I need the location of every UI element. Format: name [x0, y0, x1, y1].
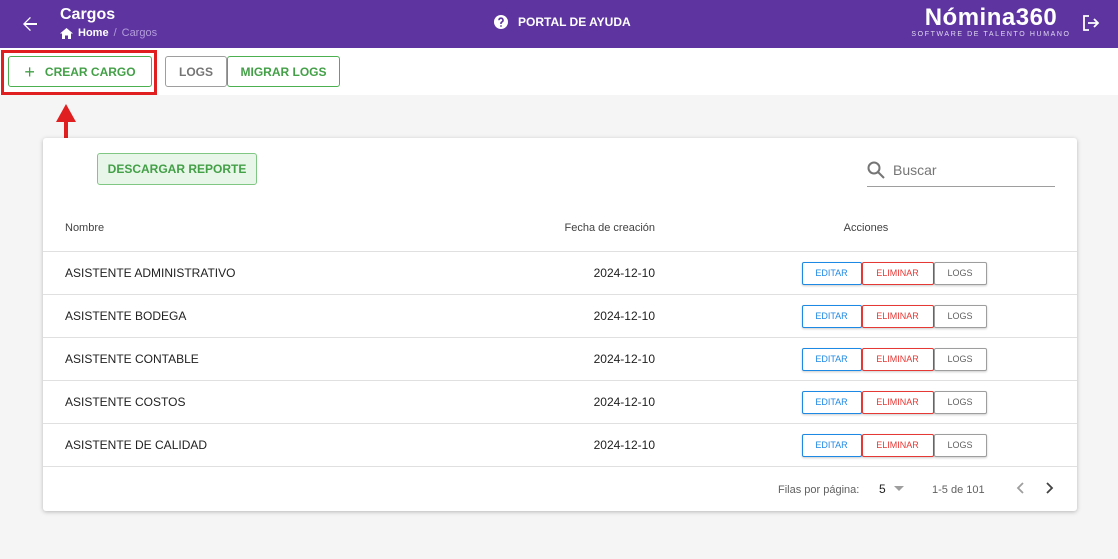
edit-button[interactable]: EDITAR	[801, 347, 862, 371]
row-logs-button[interactable]: LOGS	[933, 347, 987, 371]
help-portal-label: PORTAL DE AYUDA	[518, 15, 631, 29]
cell-name: ASISTENTE ADMINISTRATIVO	[43, 251, 545, 295]
cell-date: 2024-12-10	[545, 251, 655, 295]
cargos-table: Nombre Fecha de creación Acciones ASISTE…	[43, 205, 1077, 467]
help-circle-icon	[494, 15, 508, 29]
page-title: Cargos	[60, 6, 116, 23]
create-cargo-label: CREAR CARGO	[44, 64, 136, 79]
delete-button[interactable]: ELIMINAR	[861, 261, 934, 285]
search-field[interactable]	[867, 154, 1055, 187]
cell-actions: EDITAR ELIMINAR LOGS	[655, 423, 1077, 467]
table-header-row: Nombre Fecha de creación Acciones	[43, 205, 1077, 252]
logout-icon	[1083, 15, 1100, 31]
rows-per-page-label: Filas por página:	[778, 484, 860, 496]
pagination-range: 1-5 de 101	[932, 484, 985, 496]
cell-date: 2024-12-10	[545, 337, 655, 381]
chevron-left-icon	[1016, 482, 1024, 494]
table-footer: Filas por página: 5 1-5 de 101	[43, 468, 1077, 511]
table-row: ASISTENTE CONTABLE 2024-12-10 EDITAR ELI…	[43, 337, 1077, 381]
chevron-right-icon	[1046, 482, 1054, 494]
home-icon	[60, 27, 73, 39]
arrow-left-icon	[23, 17, 37, 31]
cargos-card: DESCARGAR REPORTE Nombre Fecha de creaci…	[43, 138, 1077, 511]
row-logs-button[interactable]: LOGS	[933, 390, 987, 414]
plus-icon: +	[24, 61, 35, 82]
cell-actions: EDITAR ELIMINAR LOGS	[655, 294, 1077, 338]
edit-button[interactable]: EDITAR	[801, 261, 862, 285]
next-page-button[interactable]	[1041, 480, 1057, 496]
rows-per-page-select[interactable]: 5	[879, 482, 904, 496]
search-icon	[867, 161, 885, 179]
cell-date: 2024-12-10	[545, 423, 655, 467]
breadcrumb-current: Cargos	[121, 27, 158, 39]
logo-sub-text: SOFTWARE DE TALENTO HUMANO	[911, 31, 1071, 38]
cell-date: 2024-12-10	[545, 380, 655, 424]
cell-actions: EDITAR ELIMINAR LOGS	[655, 251, 1077, 295]
edit-button[interactable]: EDITAR	[801, 304, 862, 328]
table-row: ASISTENTE COSTOS 2024-12-10 EDITAR ELIMI…	[43, 380, 1077, 424]
create-cargo-button[interactable]: + CREAR CARGO	[8, 56, 152, 87]
breadcrumb-home[interactable]: Home	[78, 27, 109, 39]
brand-logo: Nómina360 SOFTWARE DE TALENTO HUMANO	[910, 4, 1072, 38]
edit-button[interactable]: EDITAR	[801, 390, 862, 414]
breadcrumb: Home / Cargos	[60, 27, 157, 39]
column-header-name[interactable]: Nombre	[43, 205, 545, 252]
table-row: ASISTENTE ADMINISTRATIVO 2024-12-10 EDIT…	[43, 251, 1077, 295]
table-row: ASISTENTE DE CALIDAD 2024-12-10 EDITAR E…	[43, 423, 1077, 467]
delete-button[interactable]: ELIMINAR	[861, 390, 934, 414]
row-logs-button[interactable]: LOGS	[933, 261, 987, 285]
edit-button[interactable]: EDITAR	[801, 433, 862, 457]
search-input[interactable]	[891, 161, 1045, 179]
cell-name: ASISTENTE CONTABLE	[43, 337, 545, 381]
delete-button[interactable]: ELIMINAR	[861, 304, 934, 328]
column-header-actions: Acciones	[655, 205, 1077, 252]
row-logs-button[interactable]: LOGS	[933, 433, 987, 457]
help-portal-link[interactable]: PORTAL DE AYUDA	[494, 15, 631, 29]
back-button[interactable]	[18, 12, 42, 36]
logout-button[interactable]	[1082, 14, 1102, 34]
cell-date: 2024-12-10	[545, 294, 655, 338]
row-logs-button[interactable]: LOGS	[933, 304, 987, 328]
cell-name: ASISTENTE COSTOS	[43, 380, 545, 424]
logs-button[interactable]: LOGS	[165, 56, 227, 87]
delete-button[interactable]: ELIMINAR	[861, 433, 934, 457]
logo-main-text: Nómina360	[924, 4, 1058, 31]
column-header-date[interactable]: Fecha de creación	[545, 205, 655, 252]
previous-page-button[interactable]	[1013, 480, 1029, 496]
app-header: Cargos Home / Cargos PORTAL DE AYUDA Nóm…	[0, 0, 1118, 48]
download-report-button[interactable]: DESCARGAR REPORTE	[97, 153, 257, 185]
delete-button[interactable]: ELIMINAR	[861, 347, 934, 371]
migrate-logs-button[interactable]: MIGRAR LOGS	[227, 56, 340, 87]
cell-actions: EDITAR ELIMINAR LOGS	[655, 337, 1077, 381]
breadcrumb-separator: /	[113, 27, 117, 39]
table-row: ASISTENTE BODEGA 2024-12-10 EDITAR ELIMI…	[43, 294, 1077, 338]
cell-name: ASISTENTE BODEGA	[43, 294, 545, 338]
caret-down-icon	[893, 486, 904, 491]
cell-actions: EDITAR ELIMINAR LOGS	[655, 380, 1077, 424]
cell-name: ASISTENTE DE CALIDAD	[43, 423, 545, 467]
rows-per-page-value: 5	[879, 482, 886, 496]
